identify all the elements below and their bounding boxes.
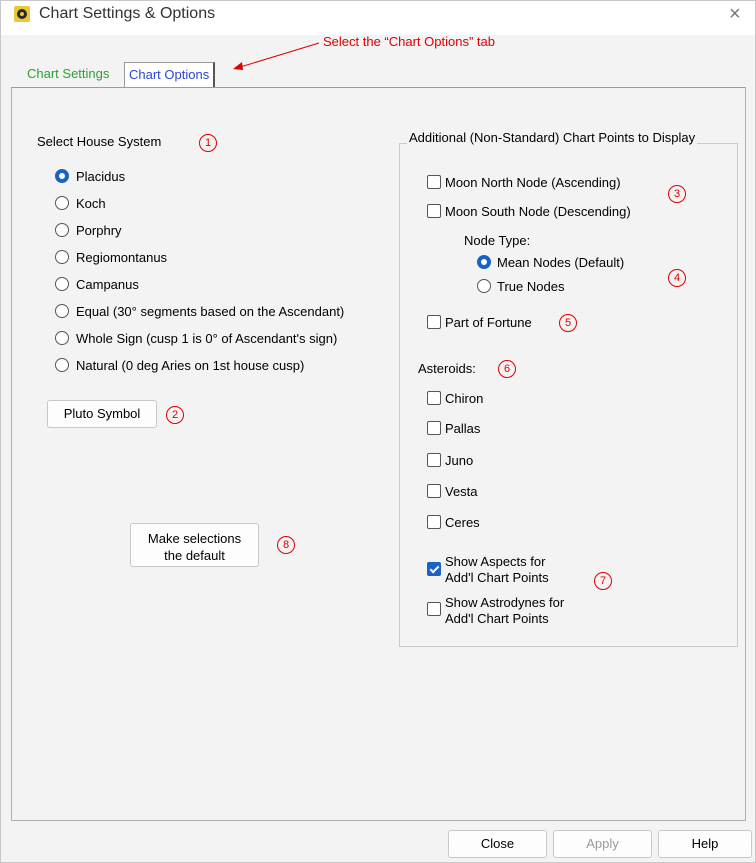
checkbox-label-show-astrodynes[interactable]: Show Astrodynes for Add'l Chart Points bbox=[445, 595, 564, 627]
checkbox-label-chiron[interactable]: Chiron bbox=[445, 391, 483, 406]
annotation-marker-4: 4 bbox=[668, 269, 686, 287]
radio-true-nodes[interactable] bbox=[477, 279, 491, 293]
dialog-window: Chart Settings & Options × Select the “C… bbox=[0, 0, 756, 863]
checkbox-label-moon-north-node[interactable]: Moon North Node (Ascending) bbox=[445, 175, 621, 190]
radio-whole-sign[interactable] bbox=[55, 331, 69, 345]
annotation-marker-1: 1 bbox=[199, 134, 217, 152]
radio-koch[interactable] bbox=[55, 196, 69, 210]
pluto-symbol-button[interactable]: Pluto Symbol bbox=[47, 400, 157, 428]
radio-porphry[interactable] bbox=[55, 223, 69, 237]
checkbox-label-juno[interactable]: Juno bbox=[445, 453, 473, 468]
tab-chart-options[interactable]: Chart Options bbox=[124, 62, 216, 87]
radio-label-mean-nodes[interactable]: Mean Nodes (Default) bbox=[497, 255, 624, 270]
checkbox-label-part-of-fortune[interactable]: Part of Fortune bbox=[445, 315, 532, 330]
chart-points-heading: Additional (Non-Standard) Chart Points t… bbox=[407, 130, 698, 145]
house-system-heading: Select House System bbox=[37, 134, 162, 149]
apply-button[interactable]: Apply bbox=[553, 830, 652, 858]
radio-label-regiomontanus[interactable]: Regiomontanus bbox=[76, 250, 167, 265]
make-default-line2: the default bbox=[164, 548, 225, 563]
radio-label-campanus[interactable]: Campanus bbox=[76, 277, 139, 292]
checkbox-pallas[interactable] bbox=[427, 421, 441, 435]
checkbox-moon-south-node[interactable] bbox=[427, 204, 441, 218]
checkbox-chiron[interactable] bbox=[427, 391, 441, 405]
radio-label-placidus[interactable]: Placidus bbox=[76, 169, 125, 184]
checkbox-part-of-fortune[interactable] bbox=[427, 315, 441, 329]
node-type-label: Node Type: bbox=[464, 233, 531, 248]
radio-label-natural[interactable]: Natural (0 deg Aries on 1st house cusp) bbox=[76, 358, 304, 373]
tab-chart-settings[interactable]: Chart Settings bbox=[23, 62, 113, 86]
checkbox-show-astrodynes[interactable] bbox=[427, 602, 441, 616]
annotation-marker-5: 5 bbox=[559, 314, 577, 332]
radio-label-koch[interactable]: Koch bbox=[76, 196, 106, 211]
asteroids-label: Asteroids: bbox=[418, 361, 476, 376]
checkbox-label-show-aspects[interactable]: Show Aspects for Add'l Chart Points bbox=[445, 554, 549, 586]
checkbox-juno[interactable] bbox=[427, 453, 441, 467]
checkbox-vesta[interactable] bbox=[427, 484, 441, 498]
tab-divider bbox=[11, 87, 745, 88]
radio-label-porphry[interactable]: Porphry bbox=[76, 223, 122, 238]
checkbox-ceres[interactable] bbox=[427, 515, 441, 529]
radio-label-equal[interactable]: Equal (30° segments based on the Ascenda… bbox=[76, 304, 344, 319]
make-default-line1: Make selections bbox=[147, 531, 242, 546]
checkbox-label-moon-south-node[interactable]: Moon South Node (Descending) bbox=[445, 204, 631, 219]
radio-placidus[interactable] bbox=[55, 169, 69, 183]
checkbox-label-ceres[interactable]: Ceres bbox=[445, 515, 480, 530]
annotation-marker-6: 6 bbox=[498, 360, 516, 378]
radio-campanus[interactable] bbox=[55, 277, 69, 291]
annotation-select-tab: Select the “Chart Options” tab bbox=[323, 34, 495, 49]
close-button[interactable]: Close bbox=[448, 830, 547, 858]
show-aspects-line1: Show Aspects for bbox=[445, 554, 546, 569]
radio-natural[interactable] bbox=[55, 358, 69, 372]
make-default-button[interactable]: Make selections the default bbox=[130, 523, 259, 567]
radio-label-whole-sign[interactable]: Whole Sign (cusp 1 is 0° of Ascendant's … bbox=[76, 331, 337, 346]
show-astrodynes-line1: Show Astrodynes for bbox=[445, 595, 565, 610]
radio-regiomontanus[interactable] bbox=[55, 250, 69, 264]
show-aspects-line2: Add'l Chart Points bbox=[445, 570, 549, 585]
annotation-marker-3: 3 bbox=[668, 185, 686, 203]
show-astrodynes-line2: Add'l Chart Points bbox=[445, 611, 549, 626]
checkbox-label-pallas[interactable]: Pallas bbox=[445, 421, 480, 436]
annotation-marker-7: 7 bbox=[594, 572, 612, 590]
radio-mean-nodes[interactable] bbox=[477, 255, 491, 269]
checkbox-moon-north-node[interactable] bbox=[427, 175, 441, 189]
checkbox-label-vesta[interactable]: Vesta bbox=[445, 484, 478, 499]
radio-label-true-nodes[interactable]: True Nodes bbox=[497, 279, 564, 294]
radio-equal[interactable] bbox=[55, 304, 69, 318]
help-button[interactable]: Help bbox=[658, 830, 752, 858]
checkbox-show-aspects[interactable] bbox=[427, 562, 441, 576]
annotation-marker-2: 2 bbox=[166, 406, 184, 424]
annotation-marker-8: 8 bbox=[277, 536, 295, 554]
